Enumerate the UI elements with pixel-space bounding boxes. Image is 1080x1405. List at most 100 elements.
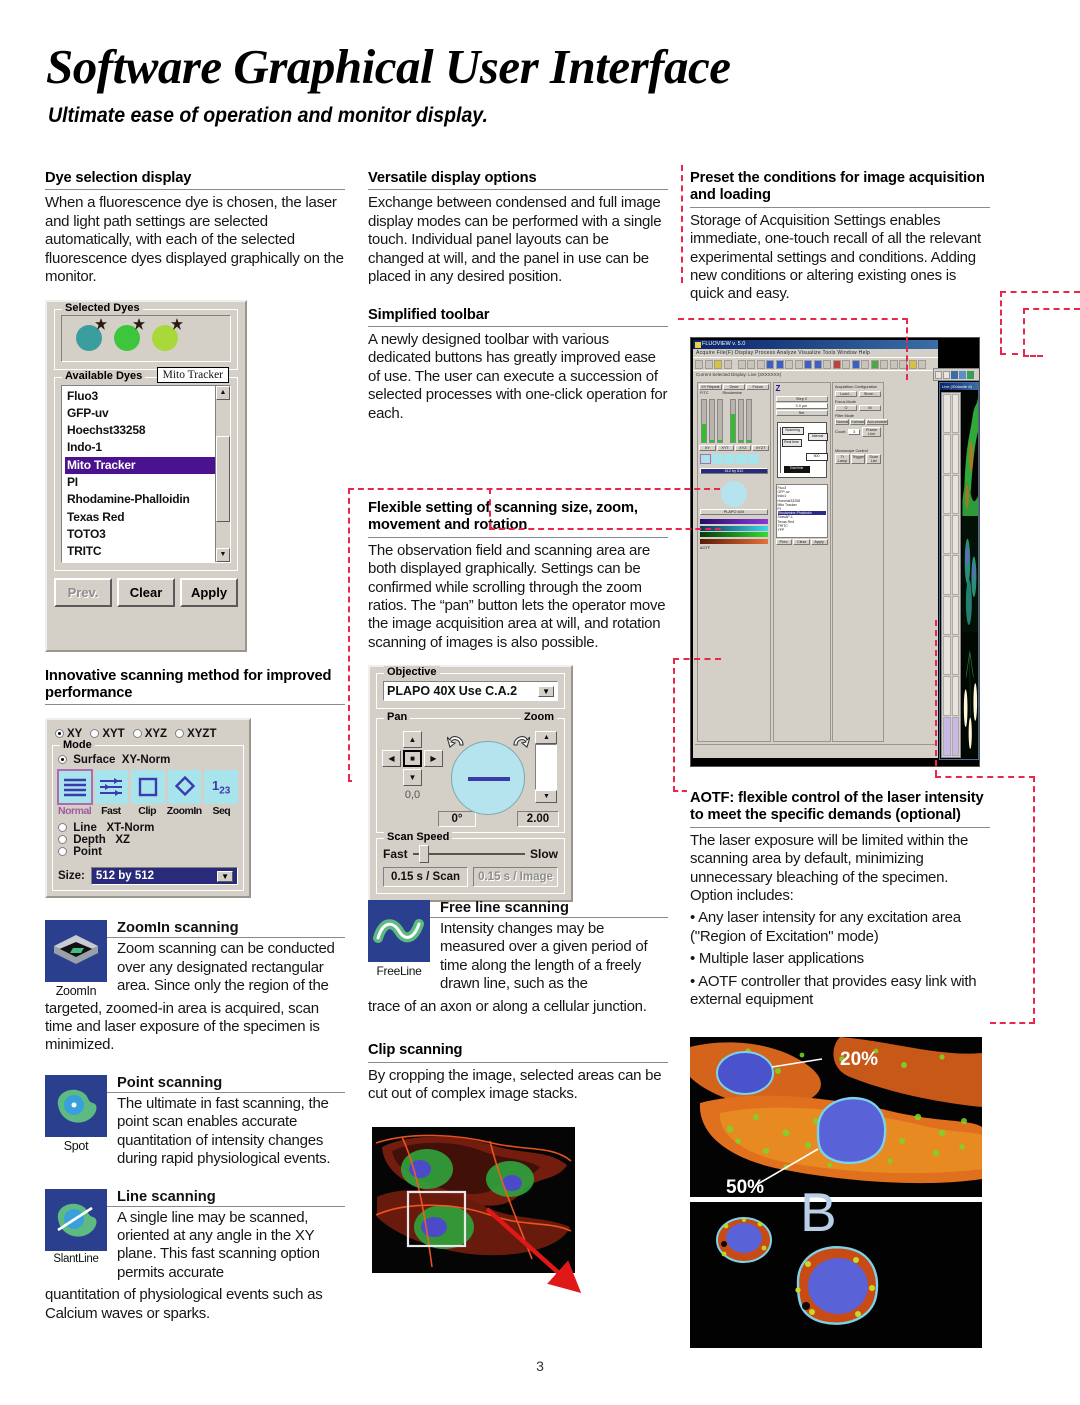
rotate-left-icon[interactable]	[447, 731, 467, 749]
merge1-tool-icon[interactable]	[943, 716, 951, 756]
pan-dpad[interactable]: ▲ ◀ ■ ▶ ▼ 0,0	[382, 731, 443, 801]
zoom-slider-track[interactable]	[535, 744, 558, 791]
toolbar-icon[interactable]	[766, 359, 774, 369]
xy-tool-icon[interactable]	[951, 635, 959, 676]
seq-scan-icon[interactable]: 123	[204, 770, 238, 805]
filter-normal-button[interactable]: Normal	[835, 419, 850, 425]
line-tool-icon[interactable]	[951, 434, 959, 474]
eraser-tool-icon[interactable]	[943, 434, 951, 474]
xy-repeat-button[interactable]: XY Repeat	[699, 384, 722, 390]
app-panel-acquisition-config[interactable]: Acquisition Configuration Load... Store.…	[832, 382, 888, 742]
dye-list-item[interactable]: GFP-uv	[65, 405, 215, 422]
toolbar-icon[interactable]	[737, 359, 746, 369]
toolbar-icon[interactable]	[723, 359, 732, 369]
chevron-down-icon[interactable]: ▼	[538, 685, 554, 697]
zoom-control[interactable]: ▲ ▼	[534, 731, 559, 804]
toolbar-icon[interactable]	[880, 359, 888, 369]
laser-bar-green[interactable]	[700, 532, 768, 537]
toolbar-icon[interactable]	[918, 359, 926, 369]
mode-option-point[interactable]: Point	[58, 846, 238, 858]
dye-swatch[interactable]	[114, 325, 140, 352]
channel-slider[interactable]	[709, 399, 715, 443]
count-value[interactable]: 3	[848, 429, 861, 435]
rotation-dial[interactable]	[451, 741, 526, 816]
image-tool-icon[interactable]	[951, 595, 959, 635]
toolbar-icon[interactable]	[785, 359, 793, 369]
ellipse-tool-icon[interactable]	[951, 514, 959, 555]
mini-size-combo[interactable]: 512 by 512	[700, 468, 768, 474]
pan-center-icon[interactable]: ■	[403, 750, 422, 768]
dye-swatch[interactable]	[76, 325, 102, 352]
pointer-tool-icon[interactable]	[943, 394, 951, 434]
toolbar-icon[interactable]	[704, 359, 713, 369]
live-image-window[interactable]: Live (3Xdocile d)	[939, 382, 979, 760]
app-dye-list[interactable]: Fluo3 GFP-uv Indo1 Hoechst33258 Mito Tracke…	[775, 484, 828, 538]
apply-button[interactable]: Apply	[180, 577, 238, 607]
zoom-up-icon[interactable]: ▲	[535, 731, 558, 745]
clear-button[interactable]: Clear	[117, 577, 175, 607]
once-button[interactable]: Once	[722, 384, 746, 390]
dye-list-item[interactable]: Texas Red	[65, 509, 215, 526]
dye-list-item[interactable]: Hoechst33258	[65, 422, 215, 439]
merge2-tool-icon[interactable]	[951, 716, 959, 756]
app-toolbar[interactable]	[693, 357, 938, 370]
dye-list-item[interactable]: Fluo3	[65, 388, 215, 405]
freehand-tool-icon[interactable]	[943, 474, 951, 514]
objective-dialog[interactable]: Objective PLAPO 40X Use C.A.2 ▼ Pan Zoom…	[368, 665, 573, 903]
mini-normal-icon[interactable]	[700, 454, 711, 464]
trigger-button[interactable]: Trigger	[850, 454, 866, 464]
toolbar-icon[interactable]	[908, 359, 917, 369]
app-panel-z-timeline[interactable]: Z Step 2 0.0 µm Set Scanning Real time I…	[772, 382, 831, 742]
app-apply-button[interactable]: Apply	[810, 539, 828, 545]
toolbar-icon[interactable]	[842, 359, 850, 369]
channel-slider[interactable]	[746, 399, 752, 443]
chevron-down-icon[interactable]: ▼	[217, 870, 233, 882]
acq-load-button[interactable]: Load...	[835, 391, 857, 397]
clip-scan-icon[interactable]	[131, 770, 165, 805]
toolbar-icon[interactable]	[832, 359, 841, 369]
speed-slider-knob[interactable]	[418, 845, 429, 864]
filter-accumulate-button[interactable]: Accumulate	[866, 419, 888, 425]
toolbar-icon[interactable]	[823, 359, 831, 369]
toolbar-icon[interactable]	[794, 359, 803, 369]
frame-line-toggle[interactable]: Frame Line	[862, 427, 881, 437]
full-view-icon[interactable]	[959, 370, 966, 379]
app-clear-button[interactable]: Clear	[793, 539, 810, 545]
set-button[interactable]: Set	[775, 410, 828, 416]
dye-swatch[interactable]	[152, 325, 178, 352]
text-tool-icon[interactable]	[951, 394, 959, 434]
curve-tool-icon[interactable]	[951, 555, 959, 595]
dye-list-item[interactable]: PI	[65, 474, 215, 491]
pan-left-icon[interactable]: ◀	[382, 750, 401, 768]
mode-option-line[interactable]: Line XT-Norm	[58, 822, 238, 834]
laser-bar-orange[interactable]	[700, 538, 768, 544]
zoomin-scan-icon[interactable]	[167, 770, 202, 805]
measure-tool-icon[interactable]	[943, 595, 951, 635]
dye-list-item[interactable]: Indo-1	[65, 439, 215, 456]
channel-slider[interactable]	[738, 399, 744, 443]
app-menubar[interactable]: Acquire File(F) Display Process Analyze …	[693, 349, 938, 357]
mode-option-surface[interactable]: Surface XY-Norm	[58, 752, 238, 766]
focus-mode-b[interactable]: M	[859, 405, 881, 411]
radio-xyt[interactable]: XYT	[90, 728, 125, 740]
app-prev-button[interactable]: Prev.	[775, 539, 793, 545]
focus-mode-a[interactable]: O	[835, 405, 857, 411]
drawing-toolbox[interactable]	[941, 392, 961, 758]
listbox-scrollbar[interactable]: ▲ ▼	[215, 385, 230, 562]
polygon-tool-icon[interactable]	[943, 555, 951, 595]
rect-tool-icon[interactable]	[951, 474, 959, 514]
radio-xyzt[interactable]: XYZT	[175, 728, 216, 740]
channel-slider[interactable]	[701, 399, 707, 443]
scroll-down-icon[interactable]: ▼	[216, 547, 230, 562]
radio-xyz[interactable]: XYZ	[132, 728, 167, 740]
mini-fast-icon[interactable]	[712, 454, 723, 464]
dye-list-item[interactable]: TRITC	[65, 543, 215, 560]
toolbar-icon[interactable]	[870, 359, 879, 369]
filter-kalman-button[interactable]: Kalman	[850, 419, 866, 425]
scan-type-tab[interactable]: XY	[699, 445, 716, 451]
mode-icon-row[interactable]: 123	[57, 769, 238, 806]
laser-bar-violet[interactable]	[700, 519, 768, 524]
fast-scan-icon[interactable]	[94, 770, 129, 805]
toolbar-icon[interactable]	[747, 359, 755, 369]
floating-display-toolbar[interactable]	[933, 368, 979, 381]
